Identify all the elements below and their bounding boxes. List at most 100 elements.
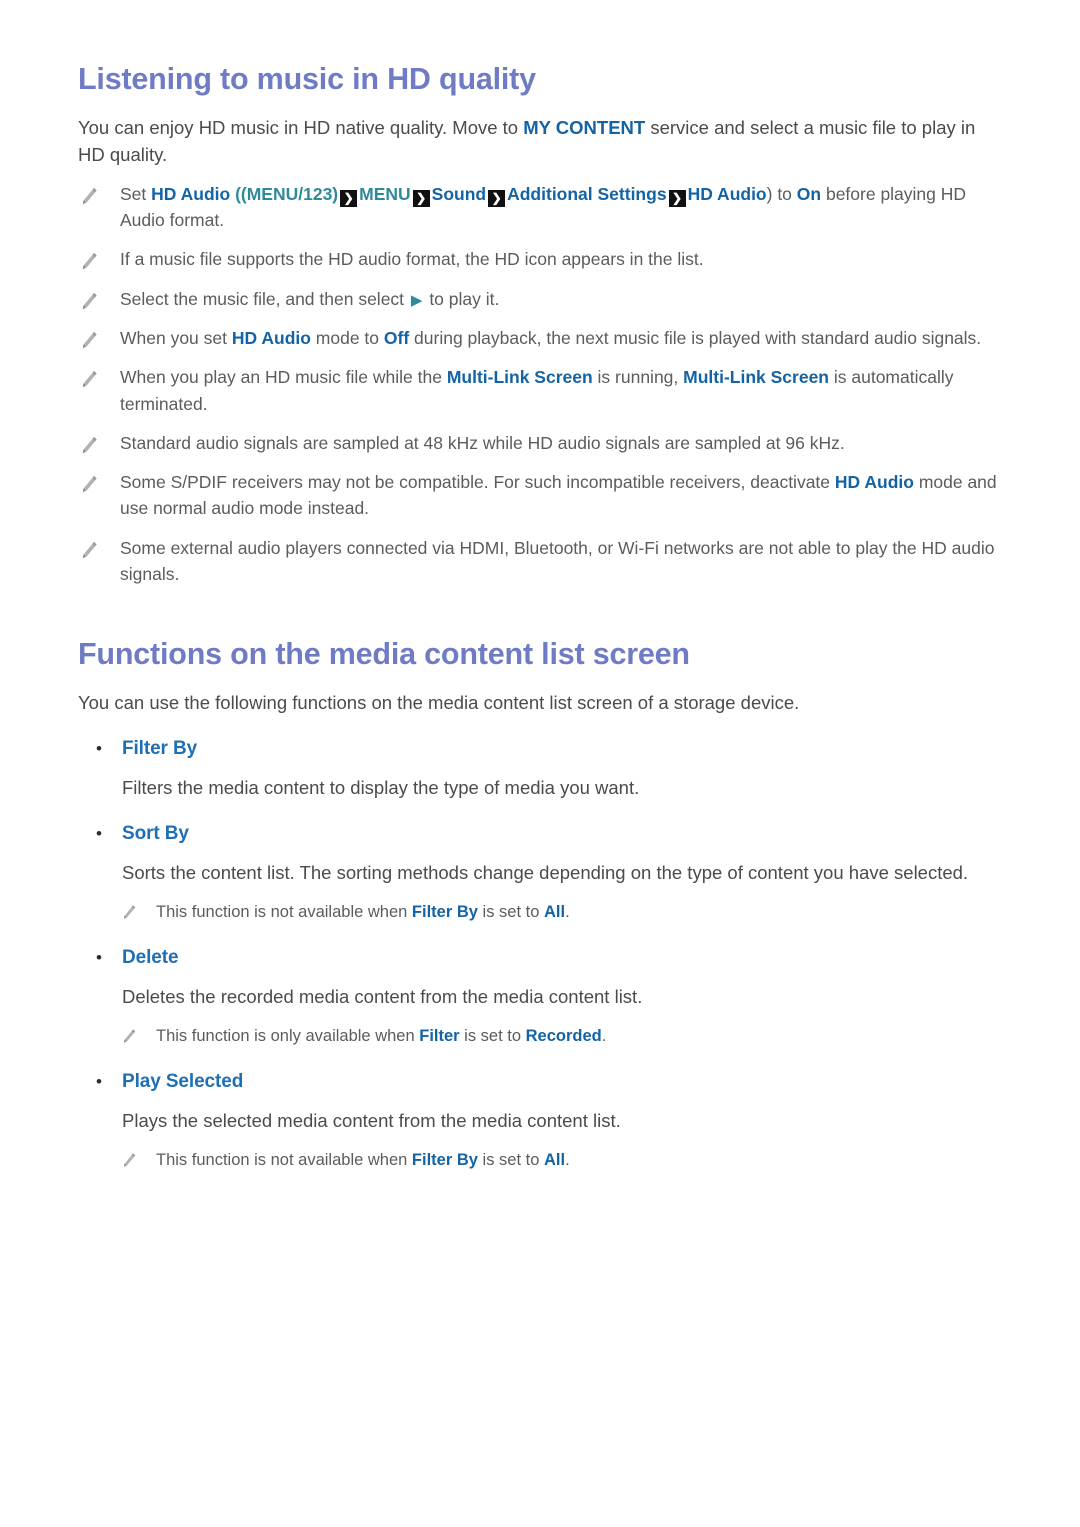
note-multi-link-screen: When you play an HD music file while the… [78,364,1003,417]
pencil-icon [120,1148,138,1169]
note-text-run: is set to [477,1150,544,1169]
bullet-dot-icon: • [96,824,102,844]
note-text-run: Select the music file, and then select [120,288,409,309]
note-text-run: is set to [477,903,544,922]
keyword-term: Multi-Link Screen [683,367,829,388]
note-text: Some external audio players connected vi… [120,535,1003,588]
intro-paragraph-functions: You can use the following functions on t… [78,692,800,714]
note-text: Set HD Audio ((MENU/123) ❯ MENU ❯ Sound ❯ Addi… [120,181,1003,234]
function-item-label[interactable]: Play Selected [122,1071,243,1093]
note-row: This function is only available when Fil… [78,1024,1003,1049]
function-item-3[interactable]: • Play Selected [78,1071,1003,1093]
note-text-run: Some external audio players connected vi… [120,537,995,584]
note-text: Some S/PDIF receivers may not be compati… [120,469,1003,522]
note-text-run: ) to [766,183,797,204]
note-text-run: is running, [592,367,684,388]
keyword-term: Filter By [411,903,478,922]
note-spdif: Some S/PDIF receivers may not be compati… [78,469,1003,522]
pencil-icon [78,181,100,207]
note-text-run: during playback, the next music file is … [409,328,982,349]
functions-list: • Filter By Filters the media content to d… [78,738,1003,1172]
keyword-term: HD Audio [151,183,231,204]
keyword-term: On [796,183,822,204]
pencil-icon [120,1024,138,1045]
note-text-run: This function is only available when [156,1026,420,1045]
note-text-run: Some S/PDIF receivers may not be compati… [120,472,835,493]
note-text: This function is only available when Fil… [156,1024,1003,1049]
pencil-icon [120,900,138,921]
note-row: This function is not available when Filt… [78,900,1003,925]
arrow-right-box-icon: ❯ [488,189,506,207]
note-text-run: Set [120,183,152,204]
function-item-0[interactable]: • Filter By [78,738,1003,760]
note-row: This function is not available when Filt… [78,1148,1003,1173]
notes-list-hd: Set HD Audio ((MENU/123) ❯ MENU ❯ Sound ❯ Addi… [78,181,1003,587]
note-hd-audio-off: When you set HD Audio mode to Off during… [78,325,1003,351]
keyword-term: Recorded [525,1026,602,1045]
keyword-term: Filter By [411,1150,478,1169]
page-content: Listening to music in HD quality You can… [78,62,1003,1172]
note-hd-audio-path: Set HD Audio ((MENU/123) ❯ MENU ❯ Sound ❯ Addi… [78,181,1003,234]
keyword-term: Sound [431,183,487,204]
note-text-run: is set to [459,1026,526,1045]
note-text-run: This function is not available when [156,1150,412,1169]
note-select-play: Select the music file, and then select ▶… [78,286,1003,313]
function-item-description: Sorts the content list. The sorting meth… [122,862,969,884]
pencil-icon [78,246,100,272]
pencil-icon [78,469,100,495]
keyword-term: HD Audio [687,183,767,204]
arrow-right-box-icon: ❯ [340,189,358,207]
arrow-right-box-icon: ❯ [668,189,686,207]
note-text-run: . [565,1150,570,1169]
keyword-term: Filter [419,1026,460,1045]
function-item-label[interactable]: Delete [122,947,179,969]
note-text-run: This function is not available when [156,903,412,922]
my-content-link[interactable]: MY CONTENT [523,117,645,138]
note-text-run: Standard audio signals are sampled at 48… [120,432,845,453]
note-text: If a music file supports the HD audio fo… [120,246,1003,272]
pencil-icon [78,430,100,456]
pencil-icon [78,535,100,561]
note-text-run: to play it. [424,288,500,309]
note-text: Select the music file, and then select ▶… [120,286,1003,313]
note-text-run: . [601,1026,607,1045]
play-triangle-icon: ▶ [410,291,423,309]
note-text-run: mode to [310,328,384,349]
function-item-label[interactable]: Filter By [122,738,197,760]
function-item-label[interactable]: Sort By [122,823,189,845]
document-page: Listening to music in HD quality You can… [0,0,1080,1527]
page-title-listening-hd: Listening to music in HD quality [78,62,536,96]
keyword-term: All [543,1150,566,1169]
keyword-term: Additional Settings [507,183,667,204]
keyword-term: HD Audio [231,328,311,349]
note-text: Standard audio signals are sampled at 48… [120,430,1003,456]
note-external-players: Some external audio players connected vi… [78,535,1003,588]
intro-paragraph-hd: You can enjoy HD music in HD native qual… [78,114,1003,168]
menu-term: MENU [359,183,411,204]
pencil-icon [78,364,100,390]
bullet-dot-icon: • [96,739,102,759]
function-item-1[interactable]: • Sort By [78,823,1003,845]
note-text-run: If a music file supports the HD audio fo… [120,249,704,270]
function-item-description: Filters the media content to display the… [122,777,640,799]
keyword-term: Multi-Link Screen [446,367,593,388]
menu-term: ((MENU/123) [230,183,339,204]
note-hd-icon: If a music file supports the HD audio fo… [78,246,1003,272]
bullet-dot-icon: • [96,1071,102,1091]
pencil-icon [78,286,100,312]
note-text: This function is not available when Filt… [156,1148,1003,1173]
arrow-right-box-icon: ❯ [412,189,430,207]
note-sampling-rates: Standard audio signals are sampled at 48… [78,430,1003,456]
function-item-description: Deletes the recorded media content from … [122,985,643,1007]
note-text-run: When you set [120,328,232,349]
page-title-functions-media-list: Functions on the media content list scre… [78,637,690,672]
function-item-description: Plays the selected media content from th… [122,1109,621,1131]
note-text: When you play an HD music file while the… [120,364,1003,417]
note-text: This function is not available when Filt… [156,900,1003,925]
function-item-2[interactable]: • Delete [78,947,1003,969]
note-text: When you set HD Audio mode to Off during… [120,325,1003,351]
intro-text-part1: You can enjoy HD music in HD native qual… [78,116,524,138]
bullet-dot-icon: • [96,947,102,967]
keyword-term: HD Audio [834,472,914,493]
pencil-icon [78,325,100,351]
